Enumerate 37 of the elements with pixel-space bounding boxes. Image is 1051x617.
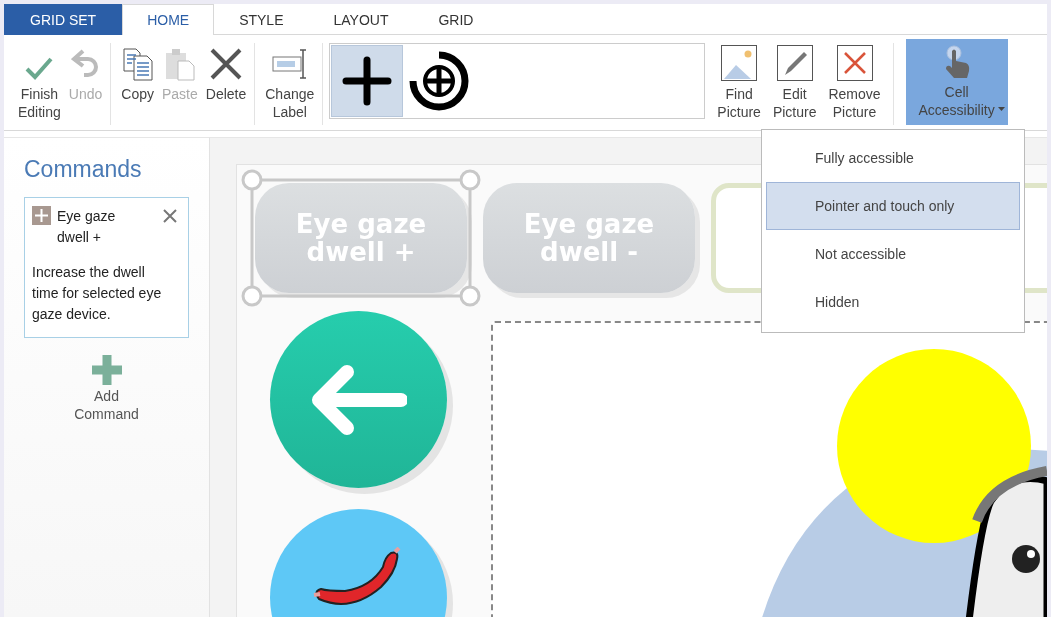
cell-accessibility-button[interactable]: Cell Accessibility <box>905 39 1008 125</box>
ribbon-button[interactable]: Remove Picture <box>824 43 885 121</box>
menu-item[interactable]: Fully accessible <box>766 134 1020 182</box>
command-description: Increase the dwell time for selected eye gaze device. <box>32 263 163 324</box>
menu-item[interactable]: Pointer and touch only <box>766 182 1020 230</box>
clipboard-icon <box>163 47 196 81</box>
plus-icon <box>32 206 51 225</box>
ribbon-button[interactable]: Edit Picture <box>768 43 821 121</box>
copy-documents-icon <box>121 47 154 81</box>
add-command-button[interactable]: Add Command <box>24 352 189 424</box>
menu-item[interactable]: Not accessible <box>766 230 1020 278</box>
x-icon <box>836 45 873 81</box>
pencil-icon <box>776 45 813 81</box>
text-field-icon <box>270 47 309 81</box>
x-icon <box>209 47 243 81</box>
command-title: Eye gaze dwell + <box>57 207 117 247</box>
ribbon-tab[interactable]: STYLE <box>214 4 309 35</box>
ribbon-button[interactable]: Finish Editing <box>14 43 65 121</box>
plus-icon <box>89 353 124 387</box>
ribbon-button[interactable]: Copy <box>117 43 158 103</box>
menu-item[interactable]: Hidden <box>766 278 1020 326</box>
check-icon <box>24 55 55 81</box>
circled-plus-icon <box>408 50 471 112</box>
left-arrow-icon <box>310 363 407 436</box>
caret-icon <box>997 107 1005 111</box>
ribbon-button[interactable]: Find Picture <box>713 43 765 121</box>
plus-icon <box>342 56 393 106</box>
ribbon-tab[interactable]: GRID <box>413 4 499 35</box>
picture-icon <box>721 45 758 81</box>
grid-set-tab[interactable]: GRID SET <box>4 4 123 35</box>
symbol-option[interactable] <box>331 45 404 117</box>
ribbon-tab[interactable]: LAYOUT <box>308 4 414 35</box>
picture-cell[interactable] <box>491 321 1047 617</box>
ribbon-tab[interactable]: HOME <box>122 4 215 35</box>
ribbon-button[interactable]: Delete <box>201 43 251 103</box>
sidebar-title: Commands <box>24 156 143 183</box>
ribbon-button[interactable]: Change Label <box>261 43 319 121</box>
